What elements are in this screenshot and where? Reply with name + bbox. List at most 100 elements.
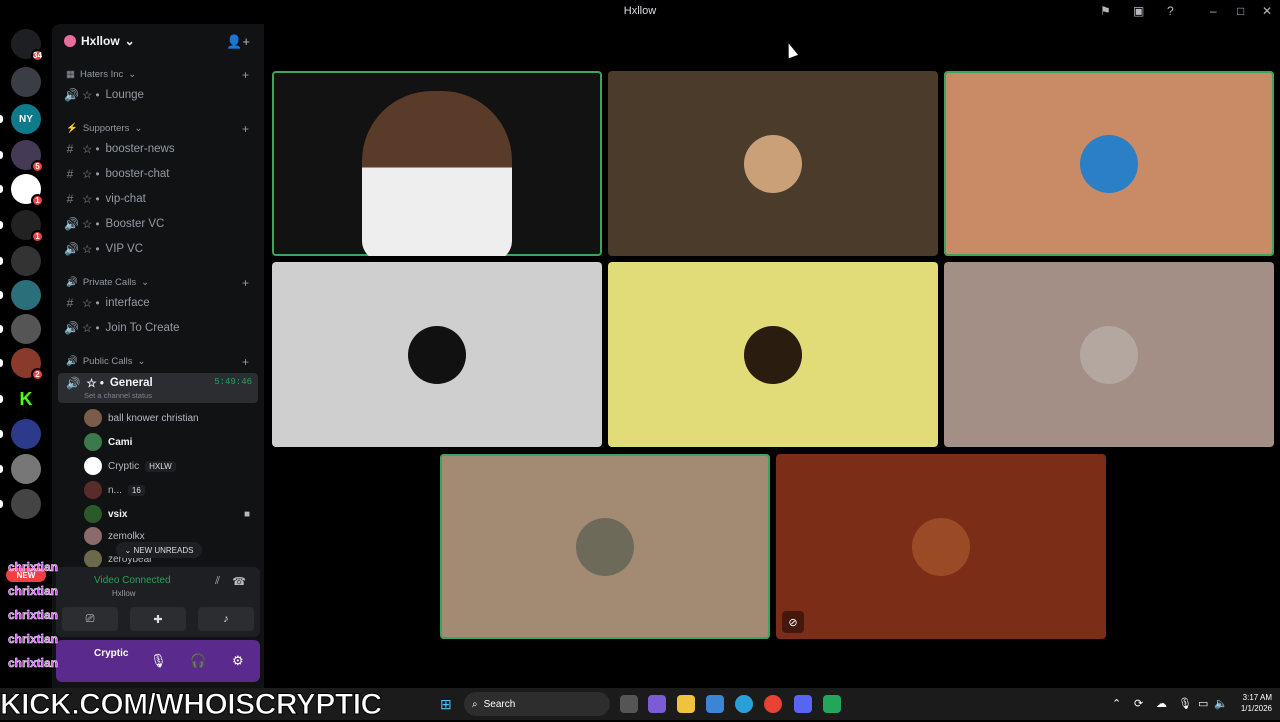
unread-indicator <box>0 151 3 159</box>
discord-home-icon[interactable]: 34 <box>11 29 44 62</box>
volume-icon[interactable]: 🔈 <box>1214 697 1228 710</box>
activities-button[interactable]: ✚ <box>130 607 186 631</box>
microphone-icon[interactable]: 🎙 <box>1178 697 1192 710</box>
server-kick-icon[interactable]: K <box>11 384 41 414</box>
store-icon[interactable] <box>706 695 724 713</box>
participant-tile[interactable]: ⊘ <box>776 454 1106 639</box>
user-name: Cryptic <box>94 648 129 659</box>
add-channel-icon[interactable]: + <box>242 68 249 82</box>
server-5-icon[interactable]: 1 <box>11 174 44 207</box>
add-user-icon[interactable]: 👤+ <box>226 34 250 50</box>
headphones-icon[interactable]: 🎧 <box>190 653 206 669</box>
camera-icon: ■ <box>244 508 251 520</box>
avatar <box>84 550 102 568</box>
channel-vip-chat[interactable]: # ☆ • vip-chat <box>64 192 146 206</box>
channel-booster-news[interactable]: # ☆ • booster-news <box>64 142 175 156</box>
channel-label: Booster VC <box>105 218 165 230</box>
discord-icon[interactable] <box>794 695 812 713</box>
channel-label: Lounge <box>105 89 144 101</box>
participant-tile[interactable] <box>944 262 1274 447</box>
copilot-icon[interactable] <box>648 695 666 713</box>
new-unreads-button[interactable]: ⌄ NEW UNREADS <box>116 542 202 558</box>
voice-user-name: zemolkx <box>108 530 145 542</box>
voice-user[interactable]: n... 16 <box>84 481 145 499</box>
add-channel-icon[interactable]: + <box>242 122 249 136</box>
avatar <box>744 134 802 193</box>
user-panel: Cryptic 🎙 🎧 ⚙ <box>56 640 260 682</box>
taskbar-search[interactable]: ⌕ Search <box>464 692 610 716</box>
guild-name: Hxllow <box>81 34 120 48</box>
participant-tile[interactable] <box>440 454 770 639</box>
participant-tile[interactable] <box>272 262 602 447</box>
star-icon: ☆ • <box>82 90 100 102</box>
inbox-icon[interactable]: ⚑ <box>1100 4 1111 18</box>
app-icon[interactable] <box>823 695 841 713</box>
participant-tile[interactable] <box>608 71 938 256</box>
sync-icon[interactable]: ⟳ <box>1134 697 1143 710</box>
screen-share-icon[interactable]: ▣ <box>1133 4 1144 18</box>
chevron-up-icon[interactable]: ⌃ <box>1112 697 1121 710</box>
activities-icon: ✚ <box>153 613 163 626</box>
windows-start-icon[interactable]: ⊞ <box>440 696 452 713</box>
server-2-icon[interactable] <box>11 67 41 97</box>
screen-share-button[interactable]: ⎚ <box>62 607 118 631</box>
server-14-icon[interactable] <box>11 489 41 519</box>
chat-username: chrixtian <box>8 632 59 647</box>
video-hidden-icon[interactable]: ⊘ <box>782 611 804 633</box>
guild-icon <box>64 35 76 47</box>
disconnect-icon[interactable]: ☎ <box>232 575 246 588</box>
chevron-down-icon: ⌄ <box>128 69 137 80</box>
channel-booster-chat[interactable]: # ☆ • booster-chat <box>64 167 170 181</box>
channel-booster-vc[interactable]: 🔊 ☆ • Booster VC <box>64 217 164 231</box>
server-ny-icon[interactable]: NY <box>11 104 41 134</box>
bolt-icon: ⚡ <box>66 123 78 134</box>
clock-date: 1/1/2026 <box>1240 704 1272 713</box>
maximize-button[interactable]: □ <box>1237 4 1244 18</box>
server-12-icon[interactable] <box>11 419 41 449</box>
category-supporters[interactable]: ⚡ Supporters ⌄ + <box>66 122 249 136</box>
file-explorer-icon[interactable] <box>677 695 695 713</box>
add-channel-icon[interactable]: + <box>242 276 249 290</box>
channel-status[interactable]: Set a channel status <box>84 391 152 400</box>
channel-vip-vc[interactable]: 🔊 ☆ • VIP VC <box>64 242 143 256</box>
participant-tile[interactable] <box>944 71 1274 256</box>
channel-general-active[interactable]: 🔊 ☆ • General 5:49:46 Set a channel stat… <box>58 373 258 403</box>
voice-user[interactable]: vsix ■ <box>84 505 250 523</box>
server-7-icon[interactable] <box>11 246 41 276</box>
voice-user[interactable]: Cami <box>84 433 132 451</box>
category-public-calls[interactable]: 🔊 Public Calls ⌄ + <box>66 355 249 369</box>
participant-tile[interactable] <box>608 262 938 447</box>
cloud-icon[interactable]: ☁ <box>1156 697 1167 710</box>
server-9-icon[interactable] <box>11 314 41 344</box>
edge-icon[interactable] <box>735 695 753 713</box>
category-haters-inc[interactable]: ▦ Haters Inc ⌄ + <box>66 68 249 82</box>
microphone-icon[interactable]: 🎙 <box>150 653 167 669</box>
noise-suppression-icon[interactable]: ⫽ <box>215 575 220 588</box>
server-6-icon[interactable]: 1 <box>11 210 44 243</box>
participant-video-tile[interactable] <box>272 71 602 256</box>
channel-interface[interactable]: # ☆ • interface <box>64 296 150 310</box>
task-view-icon[interactable] <box>620 695 638 713</box>
voice-user[interactable]: ball knower christian <box>84 409 199 427</box>
add-channel-icon[interactable]: + <box>242 355 249 369</box>
server-10-icon[interactable]: 2 <box>11 348 44 381</box>
server-8-icon[interactable] <box>11 280 41 310</box>
category-private-calls[interactable]: 🔊 Private Calls ⌄ + <box>66 276 249 290</box>
soundboard-button[interactable]: ♪ <box>198 607 254 631</box>
unread-indicator <box>0 291 3 299</box>
channel-label: VIP VC <box>105 243 144 255</box>
monitor-icon[interactable]: ▭ <box>1198 697 1208 710</box>
voice-user[interactable]: Cryptic HXLW <box>84 457 176 475</box>
minimize-button[interactable]: – <box>1210 4 1217 18</box>
chrome-icon[interactable] <box>764 695 782 713</box>
channel-lounge[interactable]: 🔊 ☆ • Lounge <box>64 88 144 102</box>
unread-indicator <box>0 257 3 265</box>
server-4-icon[interactable]: 5 <box>11 140 44 173</box>
gear-icon[interactable]: ⚙ <box>232 653 244 669</box>
server-13-icon[interactable] <box>11 454 41 484</box>
help-icon[interactable]: ? <box>1167 4 1174 18</box>
clock[interactable]: 3:17 AM 1/1/2026 <box>1241 692 1272 714</box>
close-button[interactable]: ✕ <box>1262 4 1272 18</box>
guild-header[interactable]: Hxllow ⌄ <box>64 34 135 48</box>
channel-join-to-create[interactable]: 🔊 ☆ • Join To Create <box>64 321 179 335</box>
